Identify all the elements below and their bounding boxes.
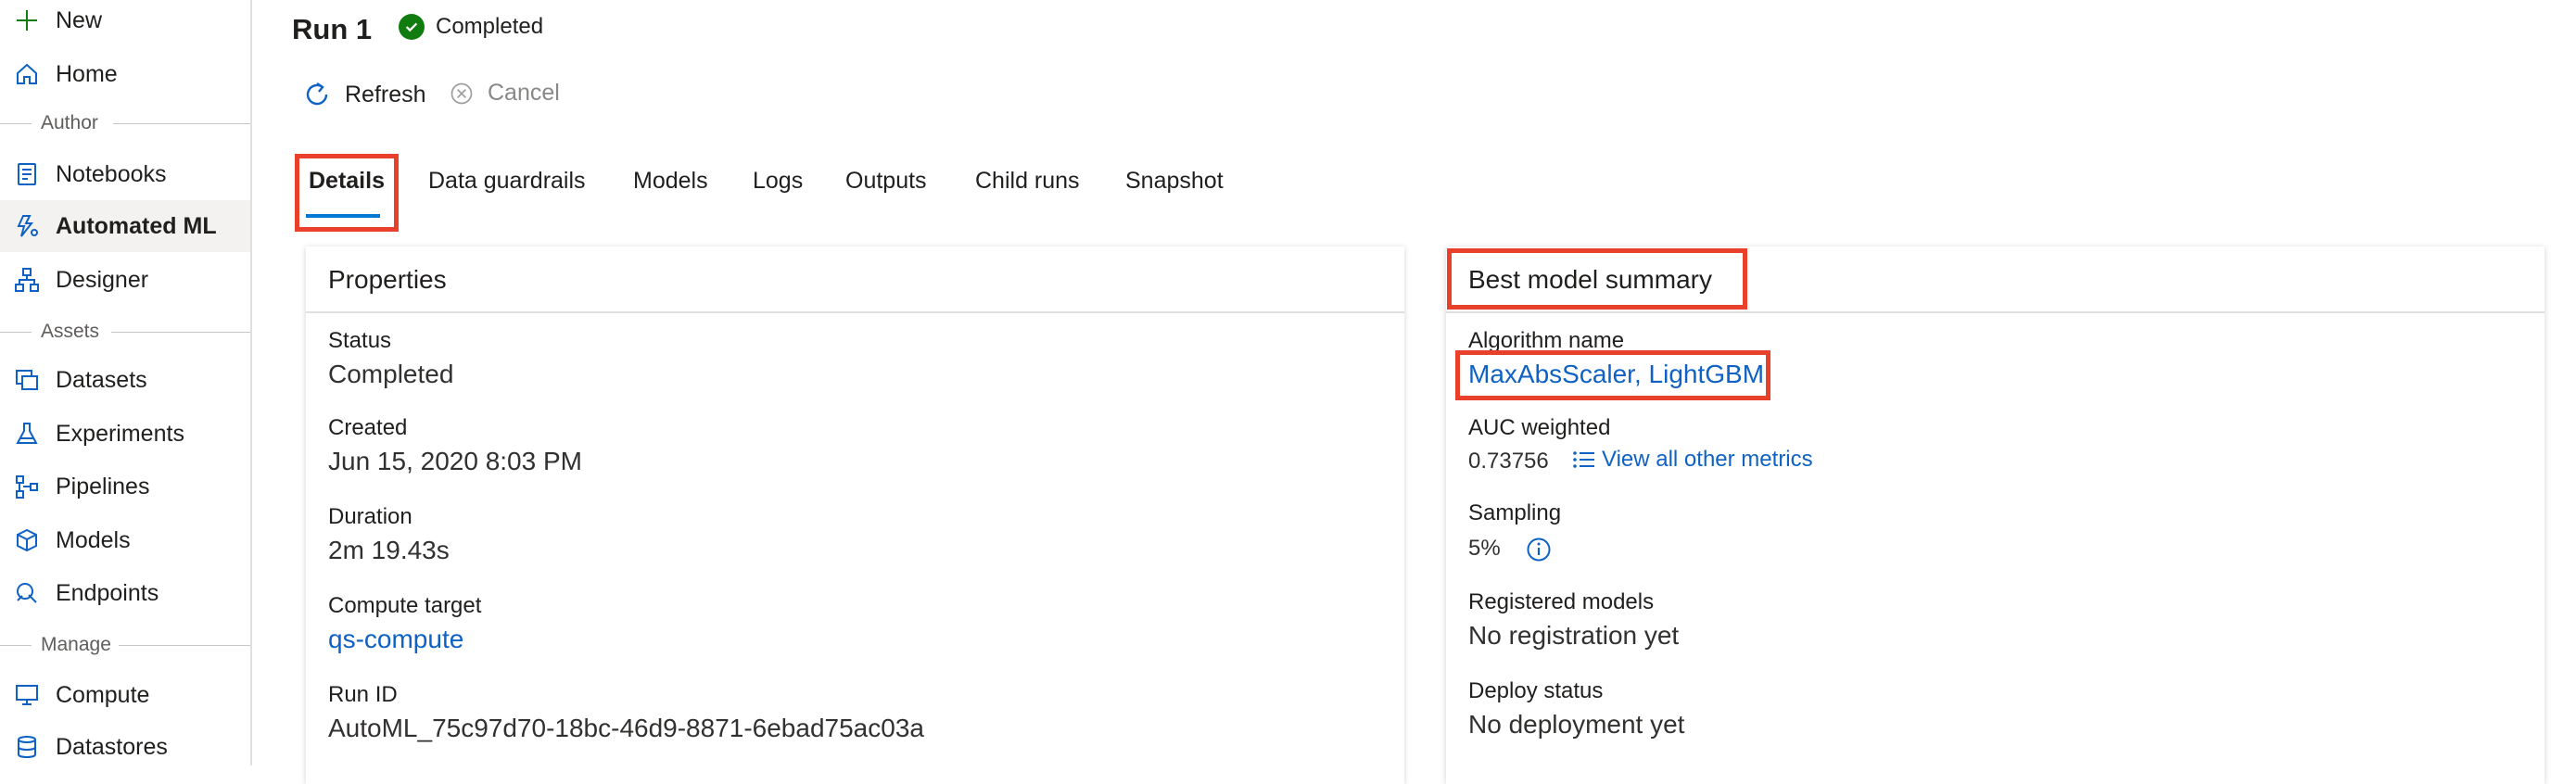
auc-label: AUC weighted (1468, 415, 1611, 440)
notebook-icon (13, 160, 41, 188)
nav-label: Endpoints (56, 579, 159, 606)
highlight-box-algorithm (1455, 350, 1770, 400)
nav-item-home[interactable]: Home (0, 48, 250, 100)
nav-label: Models (56, 526, 131, 553)
checkmark-icon (399, 14, 425, 40)
datastore-icon (13, 733, 41, 761)
nav-item-models[interactable]: Models (0, 514, 250, 566)
card-title: Properties (328, 265, 447, 294)
run-status: Completed (399, 14, 543, 40)
nav-item-datasets[interactable]: Datasets (0, 354, 250, 406)
page-title: Run 1 (292, 13, 373, 45)
list-icon (1573, 451, 1594, 468)
flask-icon (13, 420, 41, 448)
nav-item-automated-ml[interactable]: Automated ML (0, 200, 250, 252)
nav-label: Datastores (56, 733, 168, 760)
nav-label: Notebooks (56, 160, 167, 187)
compute-icon (13, 681, 41, 709)
nav-label: Home (56, 60, 118, 87)
endpoints-icon (13, 579, 41, 607)
cancel-label: Cancel (488, 80, 560, 106)
nav-item-compute[interactable]: Compute (0, 669, 250, 721)
nav-label: Experiments (56, 420, 184, 447)
section-header-author: Author (0, 109, 250, 137)
status-value: Completed (328, 360, 454, 388)
highlight-box-details-tab (295, 154, 399, 232)
tab-outputs[interactable]: Outputs (845, 168, 927, 195)
cancel-button[interactable]: Cancel (449, 80, 560, 107)
cancel-icon (450, 82, 473, 104)
refresh-label: Refresh (345, 81, 426, 107)
sampling-label: Sampling (1468, 500, 1562, 525)
properties-card: Properties Status Completed Created Jun … (306, 247, 1404, 784)
sampling-value: 5% (1468, 536, 1501, 561)
nav-label: Compute (56, 681, 150, 708)
pipeline-icon (13, 473, 41, 500)
info-icon[interactable] (1526, 537, 1552, 563)
nav-label: Automated ML (56, 212, 217, 239)
designer-icon (13, 266, 41, 294)
tab-child-runs[interactable]: Child runs (975, 168, 1080, 195)
deploy-status-value: No deployment yet (1468, 710, 1685, 739)
highlight-box-best-model-title (1447, 248, 1747, 310)
tab-data-guardrails[interactable]: Data guardrails (428, 168, 586, 195)
tab-logs[interactable]: Logs (753, 168, 803, 195)
deploy-status-label: Deploy status (1468, 678, 1604, 703)
compute-target-label: Compute target (328, 593, 482, 618)
best-model-summary-card: Best model summary Algorithm name MaxAbs… (1446, 247, 2544, 784)
datasets-icon (13, 366, 41, 394)
status-label: Status (328, 328, 392, 353)
registered-models-label: Registered models (1468, 589, 1655, 614)
registered-models-value: No registration yet (1468, 621, 1680, 650)
created-value: Jun 15, 2020 8:03 PM (328, 447, 582, 475)
refresh-button[interactable]: Refresh (302, 80, 426, 109)
nav-label: Datasets (56, 366, 147, 393)
tab-snapshot[interactable]: Snapshot (1125, 168, 1224, 195)
status-text: Completed (436, 14, 544, 39)
nav-item-pipelines[interactable]: Pipelines (0, 461, 250, 512)
duration-value: 2m 19.43s (328, 536, 450, 564)
run-id-label: Run ID (328, 682, 398, 707)
section-header-manage: Manage (0, 631, 250, 659)
nav-item-designer[interactable]: Designer (0, 254, 250, 306)
created-label: Created (328, 415, 408, 440)
new-button[interactable]: New (0, 0, 250, 46)
nav-label: New (56, 6, 103, 33)
nav-label: Designer (56, 266, 149, 293)
nav-label: Pipelines (56, 473, 150, 499)
duration-label: Duration (328, 504, 412, 529)
home-icon (13, 60, 41, 88)
nav-item-endpoints[interactable]: Endpoints (0, 567, 250, 619)
cube-icon (13, 526, 41, 554)
section-header-assets: Assets (0, 318, 250, 346)
compute-target-link[interactable]: qs-compute (328, 625, 463, 654)
view-metrics-link[interactable]: View all other metrics (1572, 447, 1813, 473)
nav-item-notebooks[interactable]: Notebooks (0, 148, 250, 200)
left-nav: New Home Author Notebooks Automated ML D… (0, 0, 252, 765)
nav-item-experiments[interactable]: Experiments (0, 408, 250, 460)
tab-models[interactable]: Models (633, 168, 708, 195)
plus-icon (13, 6, 41, 34)
run-id-value: AutoML_75c97d70-18bc-46d9-8871-6ebad75ac… (328, 714, 924, 742)
automated-ml-icon (13, 212, 41, 240)
auc-value: 0.73756 (1468, 449, 1549, 474)
refresh-icon (306, 82, 328, 106)
